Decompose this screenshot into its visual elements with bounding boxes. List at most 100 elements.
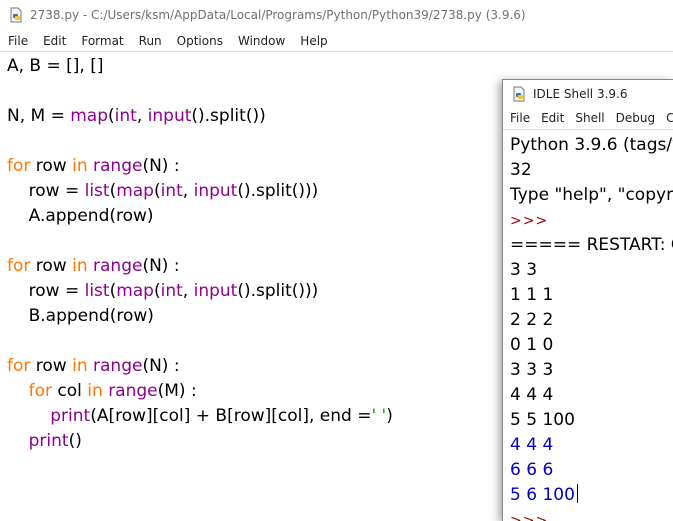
shell-menu-shell[interactable]: Shell [575,111,604,125]
code-token: in [72,256,88,276]
shell-menu-edit[interactable]: Edit [541,111,564,125]
python-file-icon [8,7,24,23]
menu-help[interactable]: Help [300,34,327,48]
code-token: int [160,281,183,301]
shell-text: 2 2 2 [510,310,554,330]
code-line: N, M = map(int, input().split()) [7,104,393,129]
code-line: A, B = [], [] [7,54,393,79]
shell-text: 3 3 3 [510,360,554,380]
shell-line: 1 1 1 [510,283,673,308]
code-token: A, B = [], [] [7,56,104,76]
editor-titlebar[interactable]: 2738.py - C:/Users/ksm/AppData/Local/Pro… [0,0,673,30]
code-line: row = list(map(int, input().split())) [7,179,393,204]
code-token: list [84,181,110,201]
shell-text: 4 4 4 [510,435,554,455]
shell-line: 5 5 100 [510,408,673,433]
code-line: for row in range(N) : [7,254,393,279]
code-line: print() [7,429,393,454]
shell-text: >>> [510,213,549,229]
shell-menu-c[interactable]: C [666,111,673,125]
shell-title: IDLE Shell 3.9.6 [533,86,628,101]
shell-text: 6 6 6 [510,460,554,480]
code-token: row [30,356,73,376]
code-token: row [30,156,73,176]
shell-text: Python 3.9.6 (tags/v [510,135,673,155]
code-token: map [116,181,154,201]
code-token: row [30,256,73,276]
shell-titlebar[interactable]: IDLE Shell 3.9.6 [503,80,673,107]
code-token: in [72,156,88,176]
shell-line: ===== RESTART: C [510,233,673,258]
code-line: print(A[row][col] + B[row][col], end =' … [7,404,393,429]
python-shell-icon [511,86,527,102]
code-line: for row in range(N) : [7,354,393,379]
shell-menu-debug[interactable]: Debug [616,111,655,125]
code-token: ( [108,106,115,126]
shell-menu-file[interactable]: File [510,111,530,125]
code-token: B.append(row) [7,306,154,326]
code-token: col [52,381,88,401]
shell-text: 5 6 100 [510,485,575,505]
code-token: () [68,431,82,451]
menu-format[interactable]: Format [81,34,123,48]
shell-text: Type "help", "copyr [510,185,673,205]
code-editor[interactable]: A, B = [], [] N, M = map(int, input().spl… [7,54,393,454]
code-token: in [72,356,88,376]
menu-run[interactable]: Run [139,34,162,48]
shell-line: 3 3 [510,258,673,283]
shell-line: 4 4 4 [510,433,673,458]
code-token: int [160,181,183,201]
shell-prompt: >>> [510,208,673,233]
code-token: ().split())) [237,281,319,301]
menu-file[interactable]: File [8,34,28,48]
shell-text: 5 5 100 [510,410,575,430]
shell-text: 32 [510,160,532,180]
code-token: range [108,381,158,401]
code-token: (N) : [142,156,180,176]
code-token: input [193,181,238,201]
shell-text: >>> [510,513,549,521]
code-token: for [7,256,31,276]
shell-output[interactable]: Python 3.9.6 (tags/v 32 Type "help", "copy… [510,133,673,521]
code-token: row = [7,281,85,301]
shell-text: 4 4 4 [510,385,554,405]
shell-line: Type "help", "copyr [510,183,673,208]
code-line: for col in range(M) : [7,379,393,404]
shell-line: 2 2 2 [510,308,673,333]
code-token: , [182,281,194,301]
code-token: (N) : [142,256,180,276]
code-token: print [28,431,69,451]
code-line: A.append(row) [7,204,393,229]
menu-options[interactable]: Options [177,34,223,48]
code-token: for [28,381,52,401]
editor-title: 2738.py - C:/Users/ksm/AppData/Local/Pro… [30,8,526,22]
code-token: , [136,106,148,126]
shell-text: 3 3 [510,260,538,280]
code-token: ( [153,281,161,301]
code-token: print [50,406,91,426]
code-token: input [193,281,238,301]
code-token: ) [386,406,393,426]
shell-line: 0 1 0 [510,333,673,358]
shell-text: 0 1 0 [510,335,554,355]
code-token: , [182,181,194,201]
menu-window[interactable]: Window [238,34,285,48]
code-line: for row in range(N) : [7,154,393,179]
menu-edit[interactable]: Edit [43,34,66,48]
code-token: for [7,156,31,176]
shell-window[interactable]: IDLE Shell 3.9.6 File Edit Shell Debug C Pyt… [502,79,673,521]
editor-menubar: File Edit Format Run Options Window Help [0,30,673,52]
code-token: for [7,356,31,376]
code-line: B.append(row) [7,304,393,329]
code-token: N, M = [7,106,71,126]
code-token: range [93,256,143,276]
shell-line: 32 [510,158,673,183]
shell-prompt: >>> [510,508,673,521]
code-token: ().split())) [237,181,319,201]
